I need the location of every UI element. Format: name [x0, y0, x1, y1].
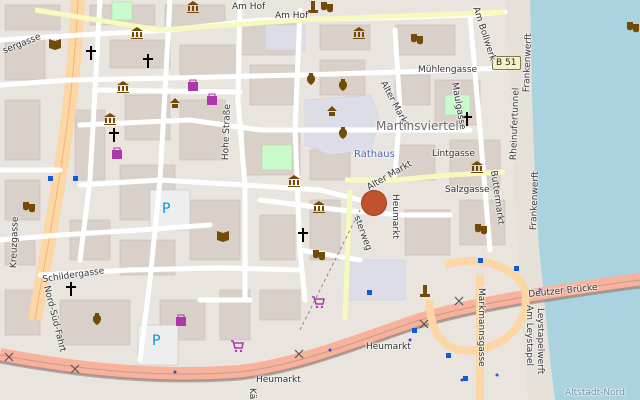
library-icon[interactable]: [216, 228, 230, 242]
museum-icon[interactable]: [116, 80, 130, 94]
street-label-heumarkt: Heumarkt: [256, 375, 301, 385]
museum-icon[interactable]: [352, 26, 366, 40]
street-label-salzgasse: Salzgasse: [445, 185, 490, 195]
museum-icon[interactable]: [186, 0, 200, 14]
museum-icon[interactable]: [312, 200, 326, 214]
theatre-masks-icon[interactable]: [474, 222, 488, 236]
location-marker[interactable]: [362, 191, 386, 215]
museum-icon[interactable]: [470, 160, 484, 174]
church-icon[interactable]: [64, 282, 78, 296]
street-label-kaes: Käs: [247, 388, 257, 400]
street-label-leystapelwerft: Leystapelwerft: [535, 308, 545, 375]
place-label-rathaus[interactable]: Rathaus: [354, 150, 395, 160]
museum-icon[interactable]: [287, 174, 301, 188]
district-label-martinsviertel: Martinsviertel: [376, 119, 459, 133]
street-label-muehlengasse: Mühlengasse: [418, 65, 478, 75]
amphora-icon[interactable]: [90, 312, 104, 326]
amphora-icon[interactable]: [304, 72, 318, 86]
street-label-markmannsgasse: Markmannsgasse: [476, 288, 486, 367]
shopping-icon[interactable]: [110, 146, 124, 160]
parking-symbol[interactable]: P: [162, 202, 170, 216]
monument-icon[interactable]: [418, 284, 432, 298]
theatre-masks-icon[interactable]: [312, 248, 326, 262]
church-icon[interactable]: [296, 228, 310, 242]
street-label-am-leystapel: Am Leystapel: [524, 305, 534, 366]
theatre-icon[interactable]: [325, 104, 339, 118]
amphora-icon[interactable]: [336, 78, 350, 92]
theatre-icon[interactable]: [168, 96, 182, 110]
map-canvas[interactable]: P P B 51 Am Hof Am Hof Am Bollwerk Mühle…: [0, 0, 640, 400]
library-icon[interactable]: [48, 36, 62, 50]
district-label-altstadt-nord: Altstadt-Nord: [565, 388, 625, 398]
museum-icon[interactable]: [130, 26, 144, 40]
parking-symbol[interactable]: P: [152, 334, 160, 348]
theatre-masks-icon[interactable]: [626, 20, 640, 34]
theatre-masks-icon[interactable]: [22, 200, 36, 214]
street-label-lintgasse: Lintgasse: [432, 149, 475, 159]
street-label-heumarkt: Heumarkt: [366, 342, 411, 352]
shopping-icon[interactable]: [174, 313, 188, 327]
church-icon[interactable]: [107, 128, 121, 142]
church-icon[interactable]: [141, 54, 155, 68]
shopping-cart-icon[interactable]: [230, 339, 244, 353]
shopping-icon[interactable]: [205, 92, 219, 106]
street-label-am-hof: Am Hof: [275, 11, 309, 21]
shopping-icon[interactable]: [186, 78, 200, 92]
amphora-icon[interactable]: [336, 126, 350, 140]
street-label-am-hof: Am Hof: [232, 2, 266, 12]
church-icon[interactable]: [84, 46, 98, 60]
museum-icon[interactable]: [103, 112, 117, 126]
street-label-kreuzgasse: Kreuzgasse: [9, 216, 21, 269]
theatre-masks-icon[interactable]: [320, 0, 334, 14]
street-label-heumarkt: Heumarkt: [390, 194, 400, 239]
shopping-cart-icon[interactable]: [311, 295, 325, 309]
theatre-masks-icon[interactable]: [410, 32, 424, 46]
